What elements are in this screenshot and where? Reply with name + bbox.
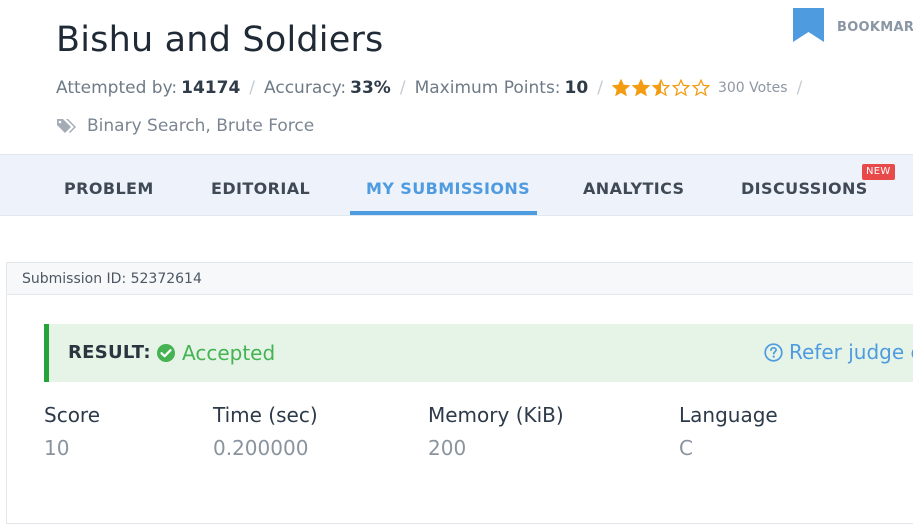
score-label: Score [44,403,101,427]
page-title: Bishu and Soldiers [56,20,384,60]
problem-tags: Binary Search, Brute Force [56,116,314,136]
problem-meta: Attempted by: 14174 / Accuracy: 33% / Ma… [56,77,811,99]
meta-separator: / [597,78,603,98]
problem-tabs: PROBLEM EDITORIAL MY SUBMISSIONS ANALYTI… [0,154,913,216]
score-value: 10 [44,436,70,460]
time-label: Time (sec) [213,403,318,427]
submission-header: Submission ID: 52372614 [7,263,913,295]
star-rating[interactable] [611,79,712,97]
check-circle-icon [157,344,175,362]
meta-separator: / [249,78,256,98]
result-label: RESULT: [68,342,151,363]
tags-text: Binary Search, Brute Force [87,116,315,136]
meta-separator: / [796,78,803,98]
max-points-value: 10 [564,78,589,98]
refer-judge-link[interactable]: Refer judge e [764,340,913,364]
tab-editorial[interactable]: EDITORIAL [211,155,310,215]
tab-my-submissions[interactable]: MY SUBMISSIONS [366,155,530,215]
star-full-icon[interactable] [611,79,630,97]
tab-analytics[interactable]: ANALYTICS [583,155,684,215]
bookmark-button[interactable]: BOOKMAR [793,8,913,48]
active-tab-indicator [350,211,537,215]
bookmark-icon [793,8,824,42]
tab-discussions[interactable]: DISCUSSIONS [741,155,868,215]
votes-count: 300 Votes [717,80,788,96]
submission-card: Submission ID: 52372614 [6,262,913,524]
tag-icon [57,119,76,133]
question-circle-icon [764,342,783,362]
star-half-icon[interactable] [651,79,670,97]
star-empty-icon[interactable] [691,79,710,97]
star-empty-icon[interactable] [671,79,690,97]
attempted-value: 14174 [181,78,241,98]
accuracy-value: 33% [350,78,391,98]
tab-problem[interactable]: PROBLEM [64,155,154,215]
max-points-label: Maximum Points: [414,78,561,98]
result-status: Accepted [157,341,275,365]
submission-id: Submission ID: 52372614 [22,271,202,287]
result-banner: RESULT: Accepted Refer judge e [44,324,913,382]
language-label: Language [679,403,778,427]
meta-separator: / [399,78,406,98]
time-value: 0.200000 [213,436,309,460]
refer-judge-text: Refer judge e [789,340,913,364]
memory-value: 200 [428,436,467,460]
language-value: C [679,436,693,460]
accuracy-label: Accuracy: [264,78,347,98]
memory-label: Memory (KiB) [428,403,564,427]
attempted-label: Attempted by: [56,78,178,98]
new-badge: NEW [862,164,895,180]
result-value: Accepted [182,341,276,365]
star-full-icon[interactable] [631,79,650,97]
bookmark-label: BOOKMAR [837,20,913,35]
